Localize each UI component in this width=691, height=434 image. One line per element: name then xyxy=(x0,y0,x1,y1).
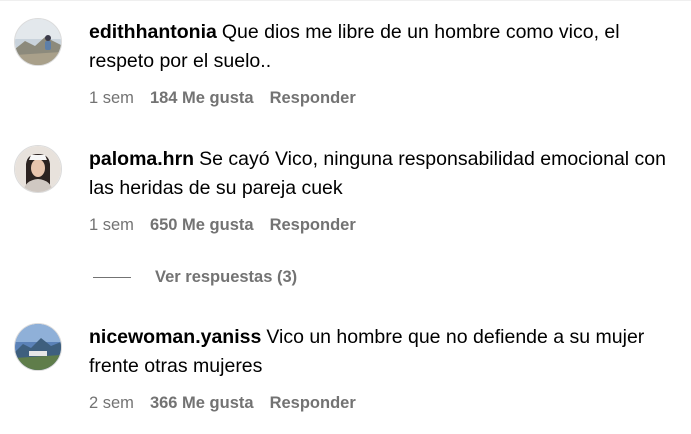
comment-likes[interactable]: 184 Me gusta xyxy=(150,89,254,107)
comment-username[interactable]: edithhantonia xyxy=(89,21,217,43)
reply-button[interactable]: Responder xyxy=(270,216,356,234)
comment-meta: 1 sem 650 Me gusta Responder xyxy=(89,215,372,235)
view-replies-label: Ver respuestas (3) xyxy=(155,267,298,286)
avatar[interactable] xyxy=(14,323,62,371)
comment-body: edithhantonia Que dios me libre de un hom… xyxy=(89,18,679,76)
reply-button[interactable]: Responder xyxy=(270,89,356,107)
reply-button[interactable]: Responder xyxy=(270,394,356,412)
comment-time[interactable]: 1 sem xyxy=(89,216,134,234)
top-divider xyxy=(0,0,691,1)
comment-meta: 2 sem 366 Me gusta Responder xyxy=(89,393,372,413)
replies-divider xyxy=(93,276,131,278)
comment-username[interactable]: nicewoman.yaniss xyxy=(89,326,261,348)
comment-body: nicewoman.yaniss Vico un hombre que no de… xyxy=(89,323,679,381)
comment-likes[interactable]: 650 Me gusta xyxy=(150,216,254,234)
comment-meta: 1 sem 184 Me gusta Responder xyxy=(89,88,372,108)
avatar[interactable] xyxy=(14,18,62,66)
comment-time[interactable]: 2 sem xyxy=(89,394,134,412)
view-replies-button[interactable]: Ver respuestas (3) xyxy=(93,267,297,287)
comment-username[interactable]: paloma.hrn xyxy=(89,148,194,170)
comment-time[interactable]: 1 sem xyxy=(89,89,134,107)
comment-likes[interactable]: 366 Me gusta xyxy=(150,394,254,412)
avatar[interactable] xyxy=(14,145,62,193)
comment-body: paloma.hrn Se cayó Vico, ninguna responsa… xyxy=(89,145,679,203)
